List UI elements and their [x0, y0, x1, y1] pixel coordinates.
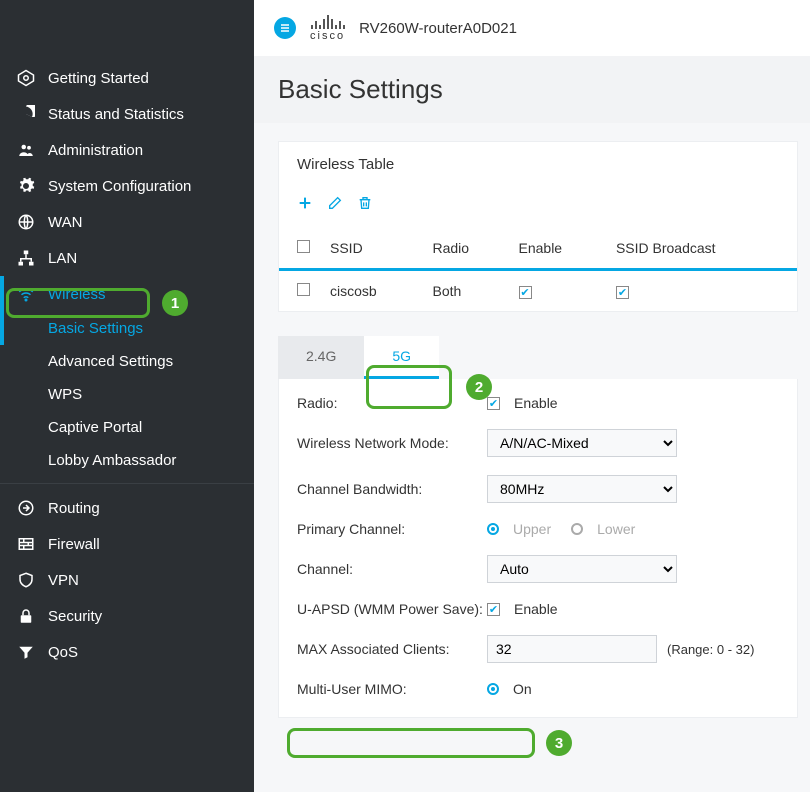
route-icon — [14, 499, 38, 517]
sidebar-item-syscfg[interactable]: System Configuration — [0, 168, 254, 204]
tab-5g[interactable]: 5G — [364, 336, 439, 379]
band-tabs: 2.4G 5G — [278, 336, 798, 379]
radio-label: Radio: — [297, 395, 487, 411]
sidebar-label: Status and Statistics — [48, 106, 184, 123]
max-clients-input[interactable] — [487, 635, 657, 663]
sidebar-sub-basic-settings[interactable]: Basic Settings — [0, 312, 254, 345]
mode-label: Wireless Network Mode: — [297, 435, 487, 451]
col-broadcast: SSID Broadcast — [608, 228, 797, 270]
sidebar-label: Routing — [48, 500, 100, 517]
mode-select[interactable]: A/N/AC-Mixed — [487, 429, 677, 457]
cell-broadcast-checkbox[interactable]: ✔ — [616, 286, 629, 299]
cell-enable-checkbox[interactable]: ✔ — [519, 286, 532, 299]
sidebar-item-qos[interactable]: QoS — [0, 634, 254, 670]
sidebar: Getting Started Status and Statistics Ad… — [0, 0, 254, 792]
wifi-icon — [14, 285, 38, 303]
wireless-table-panel: Wireless Table SSID Radio Enable SSID Br… — [278, 141, 798, 312]
sidebar-label: Administration — [48, 142, 143, 159]
device-name: RV260W-routerA0D021 — [359, 20, 517, 37]
sidebar-label: Getting Started — [48, 70, 149, 87]
sidebar-item-status[interactable]: Status and Statistics — [0, 96, 254, 132]
network-icon — [14, 249, 38, 267]
pie-icon — [14, 105, 38, 123]
col-enable: Enable — [511, 228, 608, 270]
sidebar-sub-advanced-settings[interactable]: Advanced Settings — [0, 345, 254, 378]
sidebar-item-firewall[interactable]: Firewall — [0, 526, 254, 562]
sidebar-label: Wireless — [48, 286, 106, 303]
wireless-5g-form: Radio: ✔ Enable Wireless Network Mode: A… — [278, 379, 798, 718]
sidebar-label: VPN — [48, 572, 79, 589]
wireless-table: SSID Radio Enable SSID Broadcast ciscosb… — [279, 228, 797, 311]
main-content: Basic Settings Wireless Table SSID Radio… — [254, 56, 810, 792]
cell-ssid: ciscosb — [322, 270, 425, 312]
sidebar-item-getting-started[interactable]: Getting Started — [0, 60, 254, 96]
channel-label: Channel: — [297, 561, 487, 577]
cell-radio: Both — [425, 270, 511, 312]
cisco-text: cisco — [310, 30, 345, 42]
cisco-logo: cisco — [310, 15, 345, 42]
annotation-1: 1 — [162, 290, 188, 316]
sidebar-item-security[interactable]: Security — [0, 598, 254, 634]
page-title: Basic Settings — [254, 56, 810, 123]
mimo-on-radio[interactable] — [487, 683, 499, 695]
radio-enable-text: Enable — [514, 395, 558, 411]
mimo-on-text: On — [513, 681, 532, 697]
sidebar-divider — [0, 483, 254, 484]
primary-lower-text: Lower — [597, 521, 635, 537]
sidebar-item-wan[interactable]: WAN — [0, 204, 254, 240]
gear-icon — [14, 177, 38, 195]
primary-upper-text: Upper — [513, 521, 551, 537]
sidebar-item-administration[interactable]: Administration — [0, 132, 254, 168]
sidebar-label: WAN — [48, 214, 82, 231]
sidebar-item-lan[interactable]: LAN — [0, 240, 254, 276]
sidebar-item-routing[interactable]: Routing — [0, 490, 254, 526]
sidebar-label: System Configuration — [48, 178, 191, 195]
col-ssid: SSID — [322, 228, 425, 270]
sidebar-label: Firewall — [48, 536, 100, 553]
primary-lower-radio[interactable] — [571, 523, 583, 535]
sidebar-sub-wps[interactable]: WPS — [0, 378, 254, 411]
sidebar-item-wireless[interactable]: Wireless — [0, 276, 254, 312]
bandwidth-label: Channel Bandwidth: — [297, 481, 487, 497]
primary-upper-radio[interactable] — [487, 523, 499, 535]
sidebar-sub-captive-portal[interactable]: Captive Portal — [0, 411, 254, 444]
uapsd-enable-text: Enable — [514, 601, 558, 617]
add-icon[interactable] — [297, 195, 313, 216]
table-row[interactable]: ciscosb Both ✔ ✔ — [279, 270, 797, 312]
sidebar-label: LAN — [48, 250, 77, 267]
wireless-table-title: Wireless Table — [279, 142, 797, 187]
max-clients-range: (Range: 0 - 32) — [667, 642, 754, 657]
uapsd-label: U-APSD (WMM Power Save): — [297, 601, 487, 617]
sidebar-item-vpn[interactable]: VPN — [0, 562, 254, 598]
channel-select[interactable]: Auto — [487, 555, 677, 583]
wireless-table-actions — [279, 187, 797, 222]
sidebar-sub-lobby-ambassador[interactable]: Lobby Ambassador — [0, 444, 254, 477]
menu-toggle-icon[interactable] — [274, 17, 296, 39]
firewall-icon — [14, 535, 38, 553]
lock-icon — [14, 607, 38, 625]
col-radio: Radio — [425, 228, 511, 270]
primary-channel-label: Primary Channel: — [297, 521, 487, 537]
annotation-2: 2 — [466, 374, 492, 400]
header: cisco RV260W-routerA0D021 — [254, 0, 810, 56]
filter-icon — [14, 643, 38, 661]
delete-icon[interactable] — [357, 195, 373, 216]
annotation-3: 3 — [546, 730, 572, 756]
mimo-label: Multi-User MIMO: — [297, 681, 487, 697]
users-icon — [14, 141, 38, 159]
shield-icon — [14, 571, 38, 589]
tab-2-4g[interactable]: 2.4G — [278, 336, 364, 379]
sidebar-label: Security — [48, 608, 102, 625]
compass-icon — [14, 69, 38, 87]
globe-icon — [14, 213, 38, 231]
bandwidth-select[interactable]: 80MHz — [487, 475, 677, 503]
row-checkbox[interactable] — [297, 283, 310, 296]
select-all-checkbox[interactable] — [297, 240, 310, 253]
max-clients-label: MAX Associated Clients: — [297, 641, 487, 657]
sidebar-label: QoS — [48, 644, 78, 661]
radio-enable-checkbox[interactable]: ✔ — [487, 397, 500, 410]
uapsd-checkbox[interactable]: ✔ — [487, 603, 500, 616]
edit-icon[interactable] — [327, 195, 343, 216]
